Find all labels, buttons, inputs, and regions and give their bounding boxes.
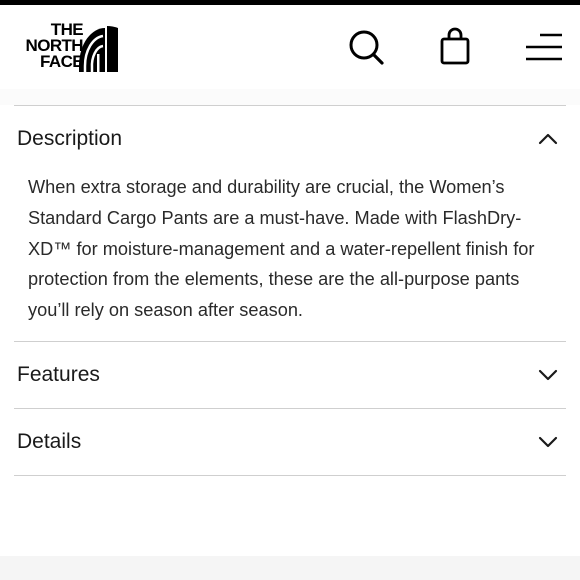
hamburger-menu-icon <box>526 33 562 61</box>
accordion-title: Details <box>17 430 82 453</box>
search-icon <box>349 30 384 65</box>
accordion-details-header[interactable]: Details <box>14 409 566 475</box>
logo-line: FACE <box>40 52 84 71</box>
footer-strip <box>0 556 580 580</box>
the-north-face-logo[interactable]: THE NORTH FACE <box>13 21 119 72</box>
shopping-bag-icon <box>440 27 470 65</box>
chevron-up-icon <box>538 133 558 145</box>
product-description: When extra storage and durability are cr… <box>28 177 535 321</box>
menu-button[interactable] <box>522 25 566 69</box>
logo-wordmark: THE NORTH FACE <box>13 21 84 71</box>
accordion-description-header[interactable]: Description <box>14 106 566 172</box>
accordion-title: Description <box>17 127 123 150</box>
accordion-title: Features <box>17 363 100 386</box>
site-header: THE NORTH FACE <box>0 5 580 89</box>
divider <box>14 475 566 476</box>
header-shadow-strip <box>0 89 580 105</box>
shopping-bag-button[interactable] <box>434 25 478 69</box>
chevron-down-icon <box>538 369 558 381</box>
accordion-features-header[interactable]: Features <box>14 342 566 408</box>
half-dome-icon <box>79 26 118 72</box>
search-button[interactable] <box>344 25 388 69</box>
chevron-down-icon <box>538 436 558 448</box>
